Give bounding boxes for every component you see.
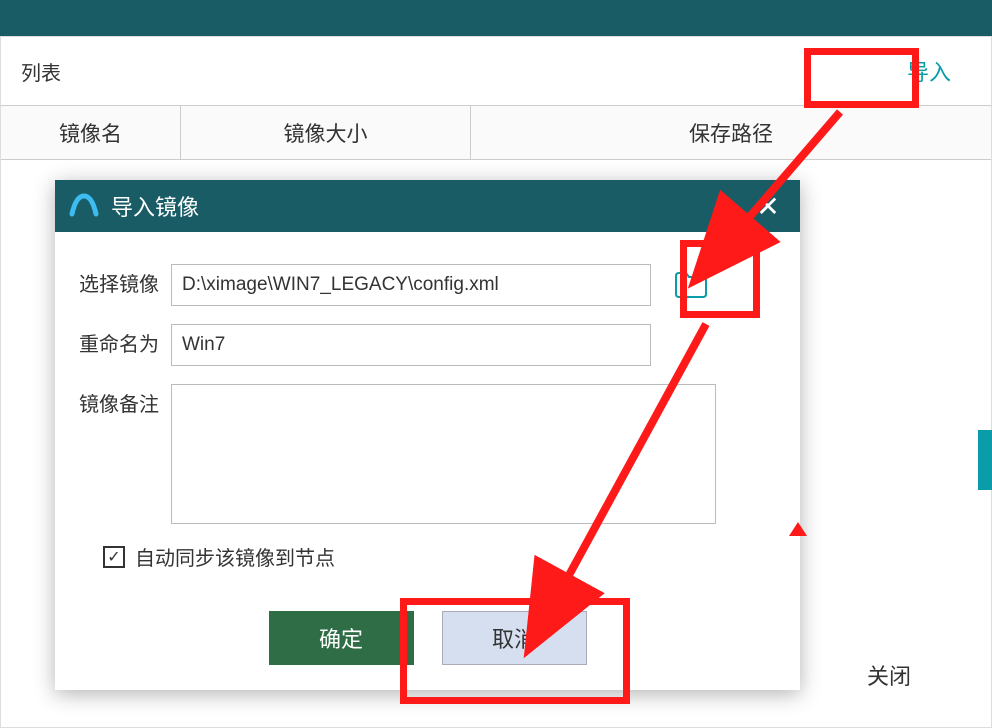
annotation-triangle xyxy=(789,522,807,536)
sync-checkbox[interactable]: ✓ xyxy=(103,546,125,568)
dialog-title-text: 导入镜像 xyxy=(111,190,199,222)
select-image-label: 选择镜像 xyxy=(79,264,171,306)
list-title: 列表 xyxy=(21,57,61,86)
image-path-input[interactable] xyxy=(171,264,651,306)
rename-input[interactable] xyxy=(171,324,651,366)
import-dialog: 导入镜像 ✕ 选择镜像 重命名为 镜像备注 ✓ 自动同步该镜像到节点 确定 取 xyxy=(55,180,800,690)
col-image-size: 镜像大小 xyxy=(181,106,471,159)
sync-checkbox-label: 自动同步该镜像到节点 xyxy=(135,542,335,571)
note-textarea[interactable] xyxy=(171,384,716,524)
rename-label: 重命名为 xyxy=(79,324,171,366)
scroll-indicator[interactable] xyxy=(978,430,992,490)
folder-icon xyxy=(674,271,708,299)
ok-button[interactable]: 确定 xyxy=(269,611,414,665)
dialog-close-button[interactable]: ✕ xyxy=(748,190,788,223)
col-image-name: 镜像名 xyxy=(1,106,181,159)
col-save-path: 保存路径 xyxy=(471,106,991,159)
list-header: 列表 导入 xyxy=(1,37,991,105)
dialog-body: 选择镜像 重命名为 镜像备注 ✓ 自动同步该镜像到节点 确定 取消 xyxy=(55,232,800,685)
title-bar xyxy=(0,0,992,36)
note-label: 镜像备注 xyxy=(79,384,171,426)
dialog-titlebar: 导入镜像 ✕ xyxy=(55,180,800,232)
close-button[interactable]: 关闭 xyxy=(867,659,911,691)
import-button[interactable]: 导入 xyxy=(887,47,971,95)
app-logo-icon xyxy=(67,189,101,223)
cancel-button[interactable]: 取消 xyxy=(442,611,587,665)
column-headers: 镜像名 镜像大小 保存路径 xyxy=(1,105,991,160)
browse-button[interactable] xyxy=(667,264,715,306)
